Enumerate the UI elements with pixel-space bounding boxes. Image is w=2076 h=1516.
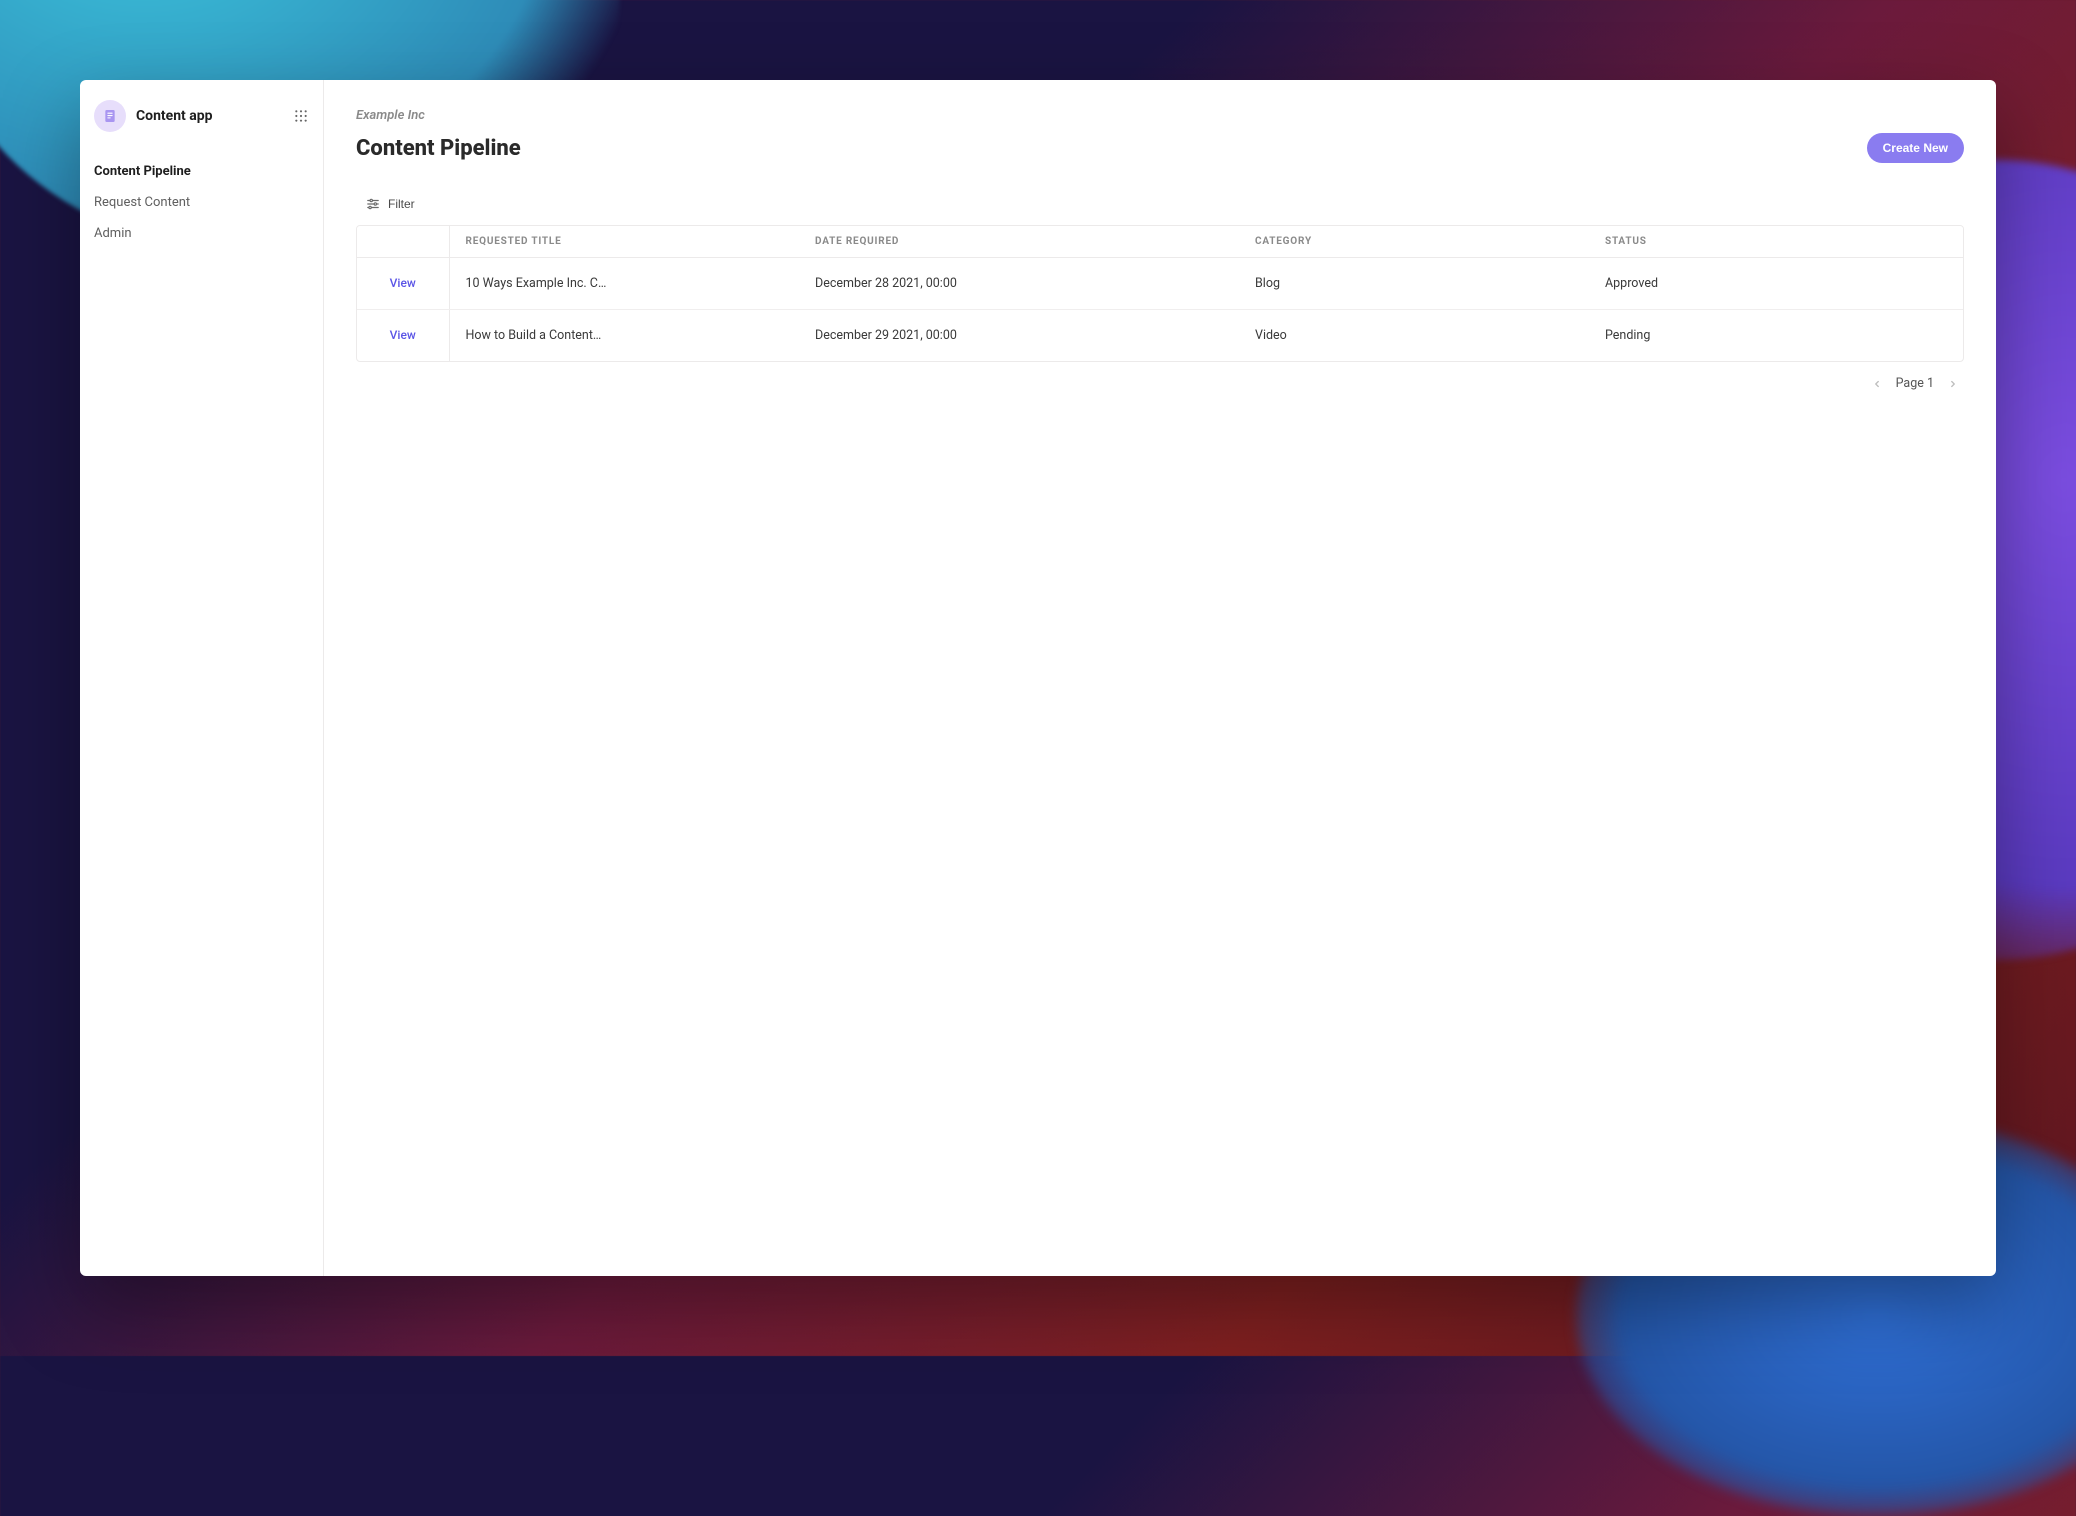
col-date-required[interactable]: DATE REQUIRED (799, 226, 1239, 258)
view-link[interactable]: View (390, 328, 416, 342)
filter-button[interactable]: Filter (356, 189, 425, 219)
col-status[interactable]: STATUS (1589, 226, 1963, 258)
sidebar-item-content-pipeline[interactable]: Content Pipeline (80, 156, 323, 187)
sidebar: Content app Content Pipeline Request Con… (80, 80, 324, 1276)
sliders-icon (366, 197, 380, 211)
page-prev-button[interactable] (1872, 379, 1882, 389)
cell-category: Blog (1239, 258, 1589, 310)
apps-grid-icon[interactable] (293, 108, 309, 124)
cell-date: December 29 2021, 00:00 (799, 310, 1239, 362)
main-content: Example Inc Content Pipeline Create New … (324, 80, 1996, 1276)
app-name: Content app (136, 108, 213, 124)
sidebar-item-label: Content Pipeline (94, 164, 191, 179)
sidebar-nav: Content Pipeline Request Content Admin (80, 150, 323, 255)
cell-status: Pending (1589, 310, 1963, 362)
page-next-button[interactable] (1948, 379, 1958, 389)
app-window: Content app Content Pipeline Request Con… (80, 80, 1996, 1276)
pagination: Page 1 (356, 362, 1964, 391)
page-label: Page 1 (1896, 376, 1934, 391)
table-row[interactable]: View 10 Ways Example Inc. C… December 28… (357, 258, 1963, 310)
chevron-right-icon (1948, 379, 1958, 389)
sidebar-item-label: Admin (94, 226, 132, 241)
cell-title: How to Build a Content… (449, 310, 799, 362)
toolbar: Filter (356, 189, 1964, 219)
cell-title: 10 Ways Example Inc. C… (449, 258, 799, 310)
sidebar-item-admin[interactable]: Admin (80, 218, 323, 249)
sidebar-item-request-content[interactable]: Request Content (80, 187, 323, 218)
chevron-left-icon (1872, 379, 1882, 389)
col-category[interactable]: CATEGORY (1239, 226, 1589, 258)
cell-status: Approved (1589, 258, 1963, 310)
cell-date: December 28 2021, 00:00 (799, 258, 1239, 310)
cell-category: Video (1239, 310, 1589, 362)
brand[interactable]: Content app (94, 100, 213, 132)
document-icon (94, 100, 126, 132)
view-link[interactable]: View (390, 276, 416, 290)
brand-row: Content app (80, 94, 323, 150)
col-action (357, 226, 449, 258)
table-row[interactable]: View How to Build a Content… December 29… (357, 310, 1963, 362)
create-new-button[interactable]: Create New (1867, 133, 1964, 163)
view-cell: View (357, 258, 449, 310)
org-name: Example Inc (356, 108, 1964, 123)
sidebar-item-label: Request Content (94, 195, 190, 210)
table-header-row: REQUESTED TITLE DATE REQUIRED CATEGORY S… (357, 226, 1963, 258)
view-cell: View (357, 310, 449, 362)
col-requested-title[interactable]: REQUESTED TITLE (449, 226, 799, 258)
content-table: REQUESTED TITLE DATE REQUIRED CATEGORY S… (356, 225, 1964, 362)
page-title: Content Pipeline (356, 136, 521, 161)
title-row: Content Pipeline Create New (356, 133, 1964, 163)
filter-label: Filter (388, 197, 415, 211)
